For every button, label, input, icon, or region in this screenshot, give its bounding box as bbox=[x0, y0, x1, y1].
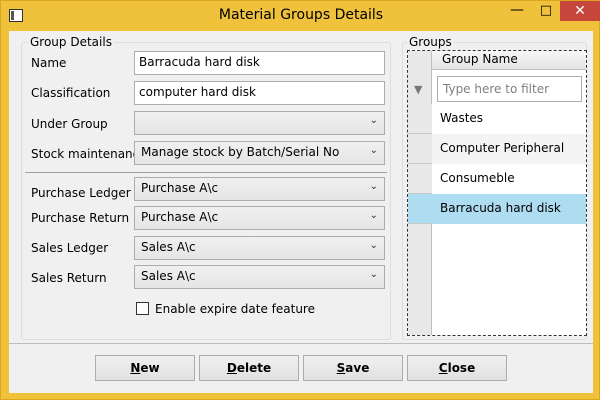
classification-label: Classification bbox=[31, 86, 111, 100]
table-row[interactable]: Wastes bbox=[432, 104, 586, 134]
sales-ledger-label: Sales Ledger bbox=[31, 241, 109, 255]
name-label: Name bbox=[31, 56, 67, 70]
row-header[interactable] bbox=[408, 194, 432, 224]
minimize-icon[interactable]: — bbox=[504, 1, 530, 21]
chevron-down-icon: ⌄ bbox=[369, 269, 378, 280]
close-button[interactable]: Close bbox=[407, 355, 507, 381]
new-button[interactable]: New bbox=[95, 355, 195, 381]
purchase-return-combo[interactable]: Purchase A\c ⌄ bbox=[134, 206, 385, 230]
under-group-combo[interactable]: ⌄ bbox=[134, 111, 385, 135]
purchase-ledger-value: Purchase A\c bbox=[141, 181, 219, 195]
classification-input[interactable]: computer hard disk bbox=[134, 81, 385, 105]
divider bbox=[25, 172, 387, 173]
groups-grid: Group Name ▼ Type here to filter Wastes … bbox=[407, 50, 587, 336]
expire-date-checkbox[interactable] bbox=[136, 302, 149, 315]
sales-return-label: Sales Return bbox=[31, 271, 107, 285]
stock-maintenance-combo[interactable]: Manage stock by Batch/Serial No ⌄ bbox=[134, 141, 385, 165]
under-group-label: Under Group bbox=[31, 117, 108, 131]
sales-ledger-value: Sales A\c bbox=[141, 240, 196, 254]
chevron-down-icon: ⌄ bbox=[369, 115, 378, 126]
sales-return-combo[interactable]: Sales A\c ⌄ bbox=[134, 265, 385, 289]
filter-icon[interactable]: ▼ bbox=[414, 83, 422, 96]
close-mnemonic: C bbox=[438, 361, 448, 375]
group-filter-input[interactable]: Type here to filter bbox=[437, 76, 582, 102]
delete-mnemonic: D bbox=[226, 361, 237, 375]
name-input[interactable]: Barracuda hard disk bbox=[134, 51, 385, 75]
stock-maintenance-value: Manage stock by Batch/Serial No bbox=[141, 145, 340, 159]
client-area: Group Details Name Barracuda hard disk C… bbox=[9, 31, 593, 393]
close-label: lose bbox=[447, 361, 476, 375]
new-label: ew bbox=[140, 361, 160, 375]
new-mnemonic: N bbox=[130, 361, 141, 375]
chevron-down-icon: ⌄ bbox=[369, 240, 378, 251]
save-mnemonic: S bbox=[336, 361, 346, 375]
maximize-icon[interactable]: □ bbox=[533, 1, 559, 21]
purchase-ledger-combo[interactable]: Purchase A\c ⌄ bbox=[134, 177, 385, 201]
group-details-legend: Group Details bbox=[28, 35, 114, 49]
purchase-return-value: Purchase A\c bbox=[141, 210, 219, 224]
purchase-return-label: Purchase Return bbox=[31, 211, 130, 225]
sales-return-value: Sales A\c bbox=[141, 269, 196, 283]
sales-ledger-combo[interactable]: Sales A\c ⌄ bbox=[134, 236, 385, 260]
window: Material Groups Details — □ ✕ Group Deta… bbox=[0, 0, 600, 400]
groups-legend: Groups bbox=[407, 35, 454, 49]
stock-maintenance-label: Stock maintenance bbox=[31, 147, 147, 161]
purchase-ledger-label: Purchase Ledger bbox=[31, 186, 131, 200]
table-row[interactable]: Consumeble bbox=[432, 164, 586, 194]
row-header[interactable] bbox=[408, 164, 432, 194]
save-label: ave bbox=[345, 361, 370, 375]
row-header[interactable] bbox=[408, 134, 432, 164]
save-button[interactable]: Save bbox=[303, 355, 403, 381]
close-icon[interactable]: ✕ bbox=[560, 1, 600, 21]
table-row-selected[interactable]: Barracuda hard disk bbox=[432, 194, 586, 224]
title-bar[interactable]: Material Groups Details — □ ✕ bbox=[1, 1, 600, 31]
chevron-down-icon: ⌄ bbox=[369, 145, 378, 156]
delete-button[interactable]: Delete bbox=[199, 355, 299, 381]
delete-label: elete bbox=[236, 361, 272, 375]
group-name-column-header[interactable]: Group Name bbox=[432, 51, 586, 70]
chevron-down-icon: ⌄ bbox=[369, 181, 378, 192]
row-header[interactable] bbox=[408, 104, 432, 134]
table-row[interactable]: Computer Peripheral bbox=[432, 134, 586, 164]
chevron-down-icon: ⌄ bbox=[369, 210, 378, 221]
expire-date-label[interactable]: Enable expire date feature bbox=[155, 302, 315, 316]
